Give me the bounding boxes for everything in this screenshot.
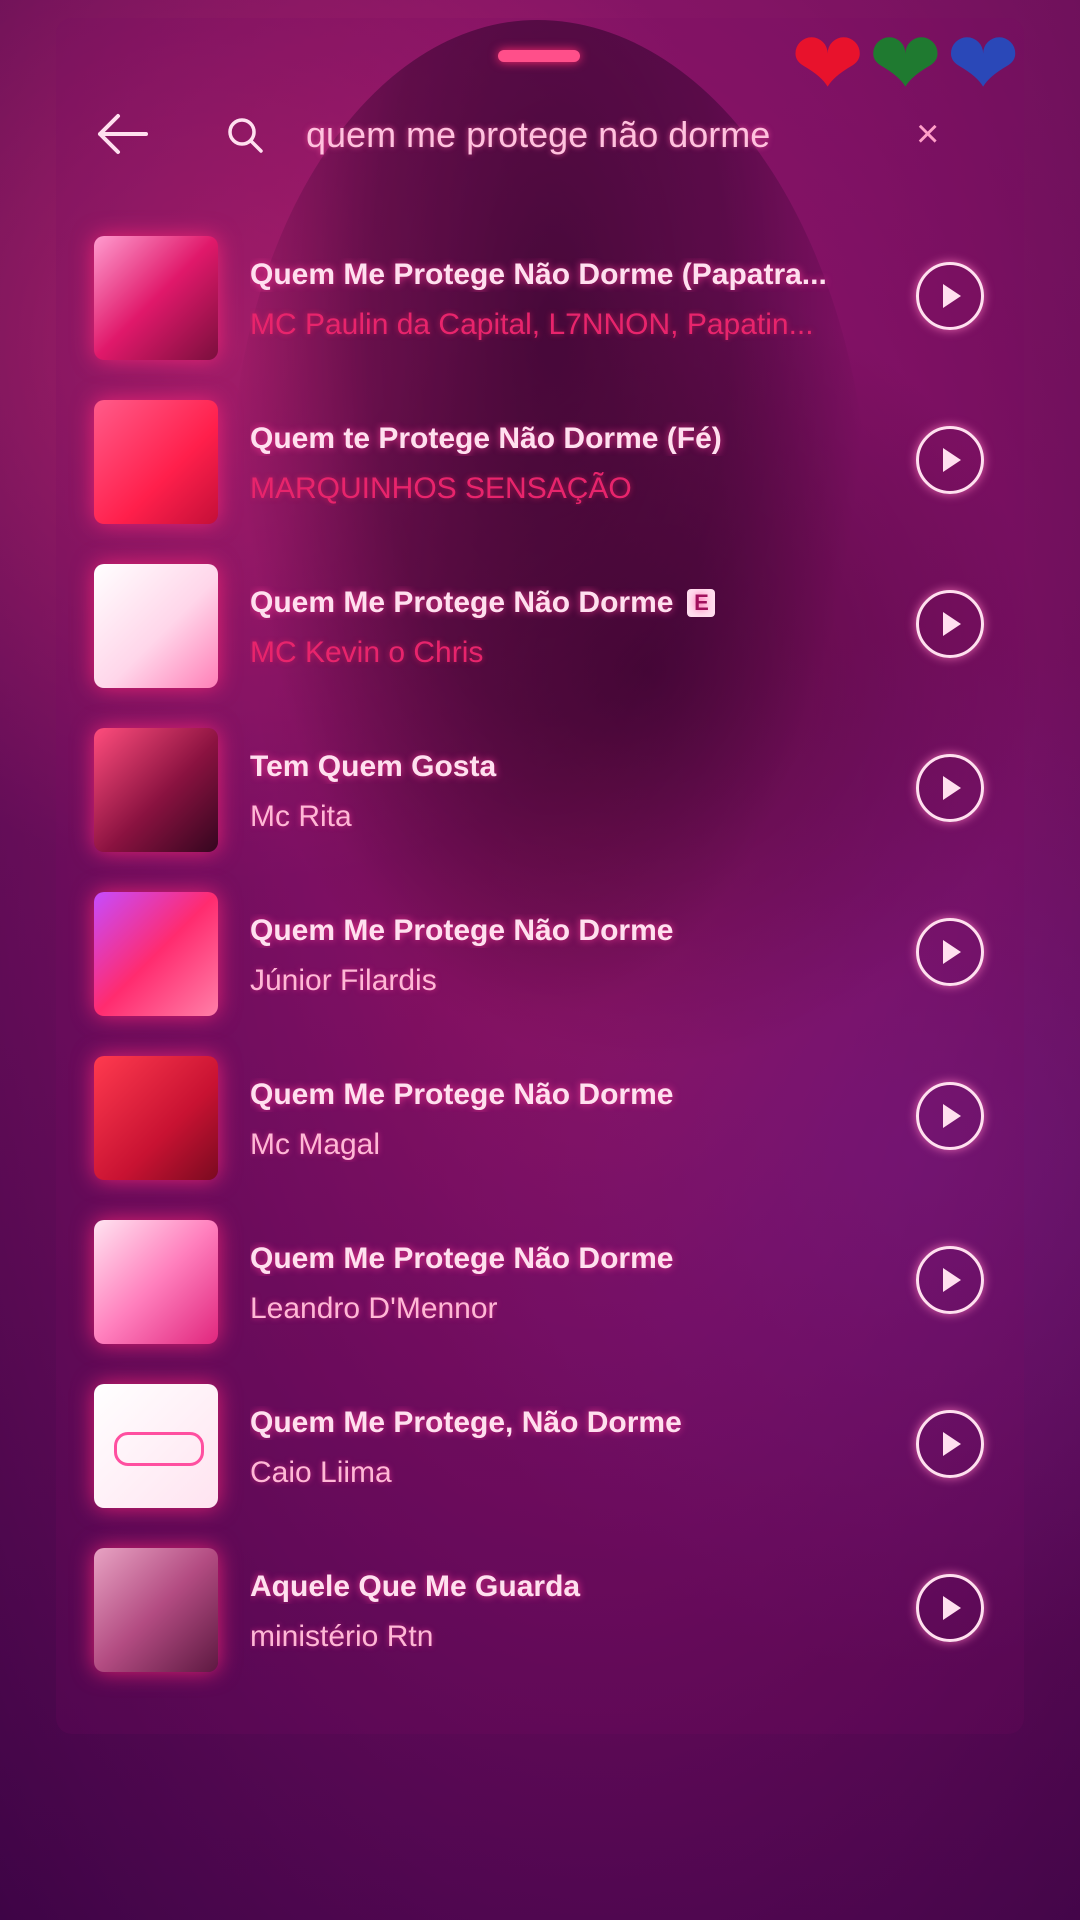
clear-search-icon[interactable]: ×	[916, 112, 939, 157]
play-button[interactable]	[916, 1410, 984, 1478]
play-button[interactable]	[916, 918, 984, 986]
song-title: Quem te Protege Não Dorme (Fé)	[250, 422, 722, 455]
play-icon	[943, 1104, 961, 1128]
search-icon	[226, 116, 266, 156]
list-item[interactable]: Quem Me Protege Não Dorme Júnior Filardi…	[0, 892, 1080, 1022]
list-item[interactable]: Quem Me Protege Não Dorme Mc Magal	[0, 1056, 1080, 1186]
album-cover	[94, 236, 218, 360]
play-button[interactable]	[916, 590, 984, 658]
song-title: Quem Me Protege Não Dorme	[250, 914, 674, 947]
album-cover	[94, 400, 218, 524]
song-title: Quem Me Protege Não Dorme E	[250, 586, 870, 620]
play-button[interactable]	[916, 1574, 984, 1642]
play-icon	[943, 448, 961, 472]
song-artist: ministério Rtn	[250, 1620, 434, 1653]
green-heart-icon: ❤	[868, 14, 943, 113]
list-item[interactable]: Tem Quem Gosta Mc Rita	[0, 728, 1080, 858]
play-icon	[943, 612, 961, 636]
play-button[interactable]	[916, 1082, 984, 1150]
song-title: Quem Me Protege Não Dorme	[250, 1078, 674, 1111]
song-artist: MC Paulin da Capital, L7NNON, Papatin...	[250, 308, 814, 341]
song-artist: Caio Liima	[250, 1456, 392, 1489]
search-field[interactable]: quem me protege não dorme ×	[196, 102, 982, 168]
album-cover	[94, 564, 218, 688]
play-button[interactable]	[916, 426, 984, 494]
song-title-text: Quem Me Protege Não Dorme	[250, 586, 674, 619]
list-item[interactable]: Quem te Protege Não Dorme (Fé) MARQUINHO…	[0, 400, 1080, 530]
play-icon	[943, 284, 961, 308]
album-cover	[94, 1548, 218, 1672]
song-artist: Júnior Filardis	[250, 964, 437, 997]
song-title: Quem Me Protege, Não Dorme	[250, 1406, 682, 1439]
play-icon	[943, 1268, 961, 1292]
explicit-badge: E	[687, 589, 716, 617]
album-cover	[94, 728, 218, 852]
album-cover	[94, 1220, 218, 1344]
song-artist: Mc Magal	[250, 1128, 381, 1161]
list-item[interactable]: Quem Me Protege, Não Dorme Caio Liima	[0, 1384, 1080, 1514]
list-item[interactable]: Quem Me Protege Não Dorme Leandro D'Menn…	[0, 1220, 1080, 1350]
song-artist: MC Kevin o Chris	[250, 636, 484, 669]
album-cover	[94, 892, 218, 1016]
play-icon	[943, 940, 961, 964]
song-artist: MARQUINHOS SENSAÇÃO	[250, 472, 632, 505]
play-button[interactable]	[916, 1246, 984, 1314]
search-input[interactable]: quem me protege não dorme	[306, 114, 770, 156]
album-cover	[94, 1384, 218, 1508]
back-arrow-icon[interactable]	[94, 112, 150, 156]
song-artist: Mc Rita	[250, 800, 352, 833]
list-item[interactable]: Quem Me Protege Não Dorme E MC Kevin o Ch…	[0, 564, 1080, 694]
album-cover-logo	[114, 1432, 204, 1466]
song-title: Aquele Que Me Guarda	[250, 1570, 581, 1603]
album-cover	[94, 1056, 218, 1180]
play-button[interactable]	[916, 754, 984, 822]
search-bar: quem me protege não dorme ×	[0, 96, 1080, 176]
play-icon	[943, 1596, 961, 1620]
red-heart-icon: ❤	[790, 14, 865, 113]
song-artist: Leandro D'Mennor	[250, 1292, 498, 1325]
play-button[interactable]	[916, 262, 984, 330]
song-title: Tem Quem Gosta	[250, 750, 497, 783]
sheet-grab-handle[interactable]	[498, 50, 580, 62]
play-icon	[943, 1432, 961, 1456]
blue-heart-icon: ❤	[946, 14, 1020, 113]
play-icon	[943, 776, 961, 800]
heart-stickers: ❤ ❤ ❤	[791, 20, 1020, 108]
list-item[interactable]: Aquele Que Me Guarda ministério Rtn	[0, 1548, 1080, 1678]
song-title: Quem Me Protege Não Dorme (Papatra...	[250, 258, 827, 291]
list-item[interactable]: Quem Me Protege Não Dorme (Papatra... MC…	[0, 236, 1080, 366]
song-title: Quem Me Protege Não Dorme	[250, 1242, 674, 1275]
